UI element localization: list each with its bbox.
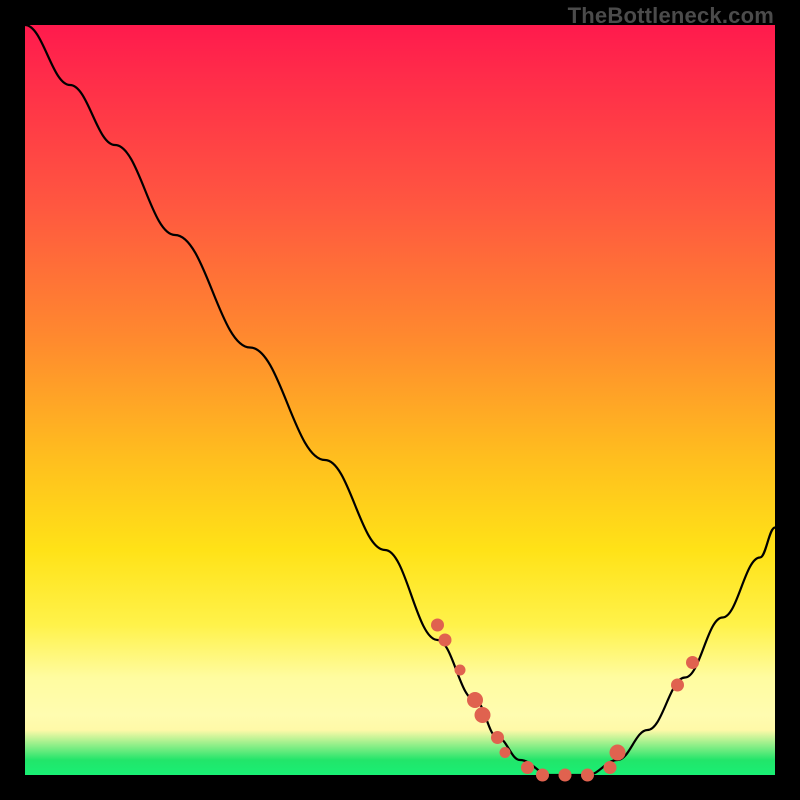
- chart-marker: [610, 745, 626, 761]
- chart-marker: [671, 679, 684, 692]
- chart-marker: [431, 619, 444, 632]
- chart-marker: [521, 761, 534, 774]
- chart-marker: [536, 769, 549, 782]
- chart-markers: [431, 619, 699, 782]
- chart-marker: [686, 656, 699, 669]
- bottleneck-curve: [25, 25, 775, 775]
- chart-marker: [500, 747, 511, 758]
- chart-marker: [475, 707, 491, 723]
- chart-svg: [25, 25, 775, 775]
- chart-marker: [604, 761, 617, 774]
- chart-marker: [559, 769, 572, 782]
- chart-marker: [439, 634, 452, 647]
- chart-marker: [491, 731, 504, 744]
- chart-marker: [581, 769, 594, 782]
- chart-frame: [25, 25, 775, 775]
- chart-marker: [455, 665, 466, 676]
- chart-marker: [467, 692, 483, 708]
